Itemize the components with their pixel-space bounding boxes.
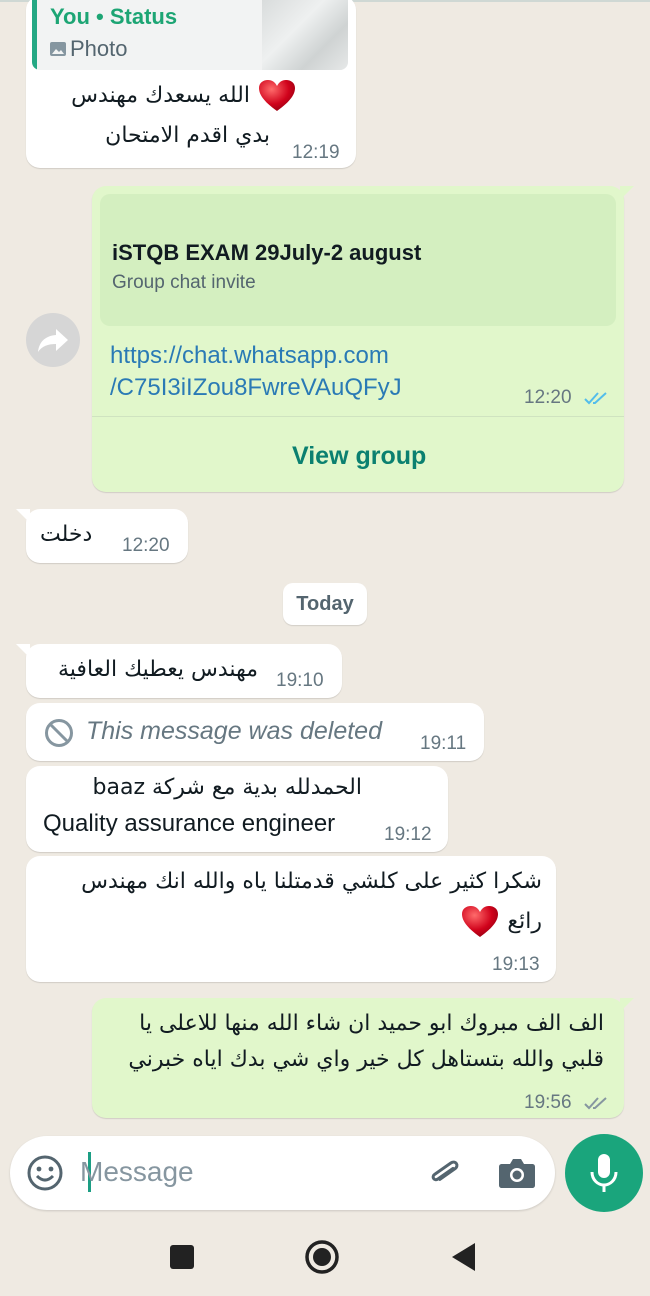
message-bubble-group-invite[interactable]: iSTQB EXAM 29July-2 august Group chat in… [92,186,634,492]
message-bubble[interactable]: الف الف مبروك ابو حميد ان شاء الله منها … [92,998,634,1118]
message-text-line2: بدي اقدم الامتحان [105,123,270,148]
message-text-line2: رائع [342,902,542,942]
quote-accent-bar [32,0,37,70]
quote-kind-label: Photo [70,36,128,61]
message-input[interactable]: Message [80,1156,194,1188]
invite-divider [92,416,624,417]
heart-icon [462,906,499,937]
message-text-line1: الله يسعدك مهندس [36,76,296,116]
message-text-line1: شكرا كثير على كلشي قدمتلنا ياه والله انك… [81,869,542,894]
bubble-tail [620,998,634,1012]
photo-icon [50,42,66,56]
bubble-tail [16,509,30,523]
message-bubble[interactable]: دخلت 12:20 [16,509,188,563]
deleted-message-text: This message was deleted [86,717,382,745]
message-composer[interactable]: Message [10,1136,555,1210]
nav-back-icon[interactable] [452,1243,476,1271]
invite-subtitle: Group chat invite [112,272,256,293]
nav-square-icon[interactable] [170,1245,194,1269]
mic-button[interactable] [565,1134,643,1212]
deleted-icon [45,719,73,747]
message-text: رائع [507,909,542,934]
message-text: مهندس يعطيك العافية [58,657,258,682]
invite-title: iSTQB EXAM 29July-2 august [112,240,422,265]
message-text-line1: الحمدلله بدية مع شركة baaz [92,775,362,800]
delivered-ticks-icon [584,1097,607,1110]
mic-icon [590,1154,618,1192]
quote-kind: Photo [50,36,128,62]
message-time: 12:19 [292,142,340,163]
message-time: 19:56 [524,1092,572,1113]
quote-author: You • Status [50,4,178,29]
message-time: 19:13 [492,954,540,975]
heart-icon [259,80,295,111]
invite-link-line1[interactable]: https://chat.whatsapp.com [110,340,389,372]
nav-home-icon[interactable] [304,1239,340,1275]
invite-link-line2[interactable]: /C75I3iIZou8FwreVAuQFyJ [110,372,402,404]
message-text: دخلت [40,522,93,547]
bubble-tail [620,186,634,200]
message-bubble[interactable]: شكرا كثير على كلشي قدمتلنا ياه والله انك… [26,856,556,982]
message-text-line2: Quality assurance engineer [43,810,336,837]
message-bubble-deleted[interactable]: This message was deleted 19:11 [26,703,484,761]
message-time: 12:20 [524,387,572,408]
message-time: 12:20 [122,535,170,556]
message-time: 19:11 [420,733,467,754]
message-text: الله يسعدك مهندس [71,83,250,108]
forward-button[interactable] [26,313,80,367]
camera-icon[interactable] [498,1156,536,1190]
quoted-status[interactable]: You • Status Photo [32,0,348,70]
message-bubble-status-reply[interactable]: You • Status Photo الله يسعدك مهندس بدي … [26,0,356,168]
message-bubble[interactable]: الحمدلله بدية مع شركة baaz Quality assur… [26,766,448,852]
message-text-line1: الف الف مبروك ابو حميد ان شاء الله منها … [139,1011,604,1036]
status-photo-thumbnail [262,0,348,70]
message-time: 19:12 [384,824,432,845]
message-bubble[interactable]: مهندس يعطيك العافية 19:10 [16,644,342,698]
attach-icon[interactable] [424,1153,464,1193]
read-ticks-icon [584,392,607,405]
forward-icon [38,329,68,352]
system-navigation-bar [0,1220,650,1296]
message-time: 19:10 [276,670,324,691]
view-group-button[interactable]: View group [292,442,426,471]
date-separator: Today [283,583,367,625]
emoji-icon[interactable] [26,1154,64,1192]
message-text-line2: قلبي والله بتستاهل كل خير واي شي بدك ايا… [128,1047,604,1072]
invite-card[interactable]: iSTQB EXAM 29July-2 august Group chat in… [100,194,616,326]
